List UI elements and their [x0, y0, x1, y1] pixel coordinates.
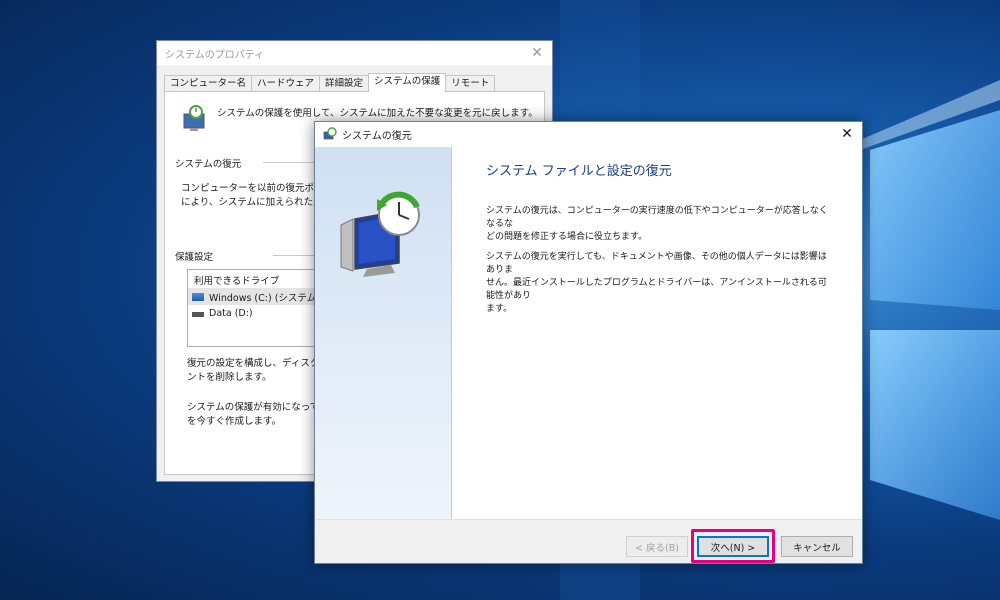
- system-properties-titlebar: システムのプロパティ: [157, 41, 552, 65]
- restore-group-label: システムの復元: [175, 159, 242, 170]
- tab-remote[interactable]: リモート: [445, 75, 496, 92]
- system-properties-close-icon[interactable]: ✕: [528, 44, 546, 62]
- cancel-button[interactable]: キャンセル: [781, 536, 853, 557]
- configure-text-2: ントを削除します。: [187, 372, 272, 383]
- system-properties-tabs: コンピューター名 ハードウェア 詳細設定 システムの保護 リモート: [164, 73, 496, 92]
- system-protection-icon: [183, 105, 205, 131]
- wizard-side-pane: [315, 147, 452, 519]
- wizard-heading: システム ファイルと設定の復元: [486, 164, 672, 179]
- back-button[interactable]: < 戻る(B): [626, 536, 688, 557]
- system-restore-titlebar: システムの復元: [315, 122, 862, 146]
- system-drive-icon: [192, 293, 204, 301]
- system-restore-title-icon: [323, 127, 337, 140]
- wizard-paragraph-2-line-1: システムの復元を実行しても、ドキュメントや画像、その他の個人データには影響はあり…: [486, 252, 827, 275]
- tab-system-protection[interactable]: システムの保護: [368, 73, 447, 92]
- next-button[interactable]: 次へ(N) >: [697, 536, 769, 557]
- wizard-paragraph-1-line-1: システムの復元は、コンピューターの実行速度の低下やコンピューターが応答しなくなる…: [486, 206, 828, 229]
- system-protection-description: システムの保護を使用して、システムに加えた不要な変更を元に戻します。: [217, 108, 538, 119]
- drive-label-d: Data (D:): [209, 307, 253, 319]
- tab-computer-name[interactable]: コンピューター名: [164, 75, 253, 92]
- drive-label-c: Windows (C:) (システム): [209, 293, 320, 304]
- create-text-1: システムの保護が有効になってい: [187, 402, 329, 413]
- system-properties-title: システムのプロパティ: [165, 49, 265, 61]
- create-text-2: を今すぐ作成します。: [187, 416, 282, 427]
- wizard-paragraph-1-line-2: どの問題を修正する場合に役立ちます。: [486, 232, 648, 242]
- tab-hardware[interactable]: ハードウェア: [251, 75, 321, 92]
- wizard-content-pane: システム ファイルと設定の復元 システムの復元は、コンピューターの実行速度の低下…: [452, 147, 862, 519]
- system-restore-hero-icon: [340, 191, 420, 277]
- drive-icon: [192, 312, 204, 317]
- protection-group-label: 保護設定: [175, 252, 214, 263]
- wizard-paragraph-2-line-3: ます。: [486, 304, 513, 314]
- wizard-paragraph-2: システムの復元を実行しても、ドキュメントや画像、その他の個人データには影響はあり…: [486, 251, 834, 316]
- system-restore-title: システムの復元: [342, 130, 412, 142]
- wizard-paragraph-2-line-2: せん。最近インストールしたプログラムとドライバーは、アンインストールされる可能性…: [486, 278, 827, 301]
- wizard-footer: < 戻る(B) 次へ(N) > キャンセル: [315, 519, 862, 563]
- system-restore-window: システムの復元 ✕ システム ファイルと設定の復元 システムの復元は、コンピュー…: [314, 121, 863, 564]
- tab-advanced[interactable]: 詳細設定: [319, 75, 370, 92]
- wizard-paragraph-1: システムの復元は、コンピューターの実行速度の低下やコンピューターが応答しなくなる…: [486, 205, 834, 244]
- system-restore-close-icon[interactable]: ✕: [838, 125, 856, 143]
- configure-text-1: 復元の設定を構成し、ディスク領: [187, 358, 329, 369]
